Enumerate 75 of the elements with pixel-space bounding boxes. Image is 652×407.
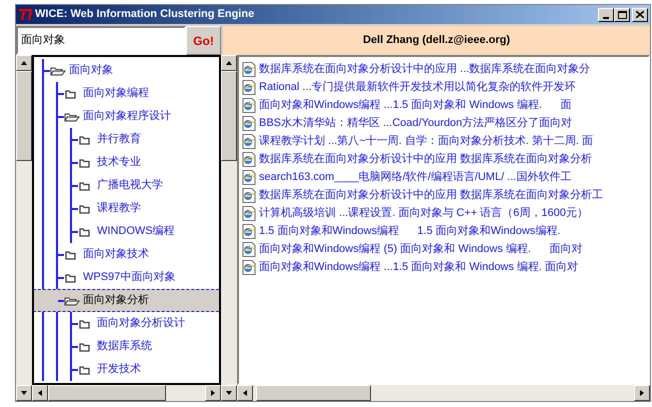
document-icon <box>242 188 256 202</box>
tree-item[interactable]: 面向对象编程 <box>58 82 219 105</box>
open-folder-icon <box>64 110 80 122</box>
down-arrow-icon <box>225 390 233 396</box>
open-folder-icon <box>64 294 80 306</box>
document-icon <box>242 260 256 274</box>
window-title: WICE: Web Information Clustering Engine <box>35 7 256 22</box>
document-icon <box>242 242 256 256</box>
document-icon <box>242 80 256 94</box>
horizontal-scrollbar[interactable] <box>32 385 221 401</box>
up-arrow-icon <box>20 60 28 66</box>
down-arrow-icon <box>20 390 28 396</box>
scrollbar-thumb[interactable] <box>221 71 237 161</box>
close-button[interactable] <box>632 8 648 22</box>
result-link[interactable]: BBS水木清华站：精华区 ...Coad/Yourdon方法严格区分了面向对 <box>259 114 572 132</box>
scroll-down-button[interactable] <box>16 385 32 401</box>
minimize-button[interactable] <box>598 8 614 22</box>
result-link[interactable]: 面向对象和Windows编程 ...1.5 面向对象和 Windows 编程. 面向对 <box>259 258 578 276</box>
result-link[interactable]: 计算机高级培训 ...课程设置. 面向对象与 C++ 语言（6周，1600元） <box>259 204 588 222</box>
scroll-right-button[interactable] <box>634 385 650 401</box>
tree-item[interactable]: WPS97中面向对象 <box>58 266 219 289</box>
scrollbar-thumb[interactable] <box>16 71 32 161</box>
scrollbar-thumb[interactable] <box>256 385 371 401</box>
scroll-left-button[interactable] <box>32 385 48 401</box>
author-label: Dell Zhang (dell.z@ieee.org) <box>362 33 510 48</box>
result-link[interactable]: 1.5 面向对象和Windows编程 1.5 面向对象和Windows编程. <box>259 222 560 240</box>
tree-item[interactable]: 广播电视大学 <box>72 174 219 197</box>
result-link[interactable]: Rational ...专门提供最新软件开发技术用以简化复杂的软件开发环 <box>259 78 576 96</box>
result-link[interactable]: 数据库系统在面向对象分析设计中的应用 数据库系统在面向对象分析 <box>259 150 592 168</box>
tree-item[interactable]: 面向对象技术 <box>58 243 219 266</box>
tree-item[interactable]: 并行教育 <box>72 128 219 151</box>
up-arrow-icon <box>225 60 233 66</box>
left-arrow-icon <box>37 389 43 397</box>
minimize-icon <box>603 16 609 18</box>
result-link[interactable]: 面向对象和Windows编程 ...1.5 面向对象和 Windows 编程. 面 <box>259 96 572 114</box>
vertical-scrollbar[interactable] <box>221 55 237 401</box>
document-icon <box>242 98 256 112</box>
maximize-icon <box>618 10 626 18</box>
maximize-button[interactable] <box>614 8 630 22</box>
left-arrow-icon <box>242 389 248 397</box>
tree-item[interactable]: 面向对象程序设计 <box>58 105 219 128</box>
scroll-up-button[interactable] <box>16 55 32 71</box>
result-link[interactable]: 面向对象和Windows编程 (5) 面向对象和 Windows 编程. 面向对 <box>259 240 582 258</box>
tree-item[interactable]: WINDOWS编程 <box>72 220 219 243</box>
result-link[interactable]: search163.com____电脑网络/软件/编程语言/UML/ ...国外软件工 <box>259 168 572 186</box>
close-icon <box>636 11 644 18</box>
tree-item[interactable]: 数据库系统 <box>72 335 219 358</box>
app-logo-icon <box>18 8 32 20</box>
vertical-scrollbar[interactable] <box>16 55 32 401</box>
document-icon <box>242 206 256 220</box>
result-link[interactable]: 数据库系统在面向对象分析设计中的应用 数据库系统在面向对象分析工 <box>259 186 604 204</box>
document-icon <box>242 134 256 148</box>
search-field[interactable]: 面向对象 <box>16 26 186 55</box>
scroll-right-button[interactable] <box>205 385 221 401</box>
tree-item[interactable]: 面向对象分析 <box>34 289 219 312</box>
document-icon <box>242 224 256 238</box>
document-icon <box>242 116 256 130</box>
tree-item[interactable]: 面向对象 <box>44 59 219 82</box>
tree-item[interactable]: 面向对象分析设计 <box>72 312 219 335</box>
result-link[interactable]: 课程教学计划 ...第八~十一周. 自学：面向对象分析技术. 第十二周. 面 <box>259 132 593 150</box>
scroll-down-button[interactable] <box>221 385 237 401</box>
document-icon <box>242 62 256 76</box>
document-icon <box>242 152 256 166</box>
tree-item[interactable]: 课程教学 <box>72 197 219 220</box>
tree-item[interactable]: 技术专业 <box>72 151 219 174</box>
right-arrow-icon <box>639 389 645 397</box>
result-link[interactable]: 数据库系统在面向对象分析设计中的应用 ...数据库系统在面向对象分 <box>259 60 590 78</box>
scrollbar-thumb[interactable] <box>48 385 166 401</box>
right-arrow-icon <box>210 389 216 397</box>
open-folder-icon <box>50 64 66 76</box>
document-icon <box>242 170 256 184</box>
scroll-up-button[interactable] <box>221 55 237 71</box>
scroll-left-button[interactable] <box>237 385 253 401</box>
tree-item[interactable]: 开发技术 <box>72 358 219 381</box>
horizontal-scrollbar[interactable] <box>237 385 650 401</box>
